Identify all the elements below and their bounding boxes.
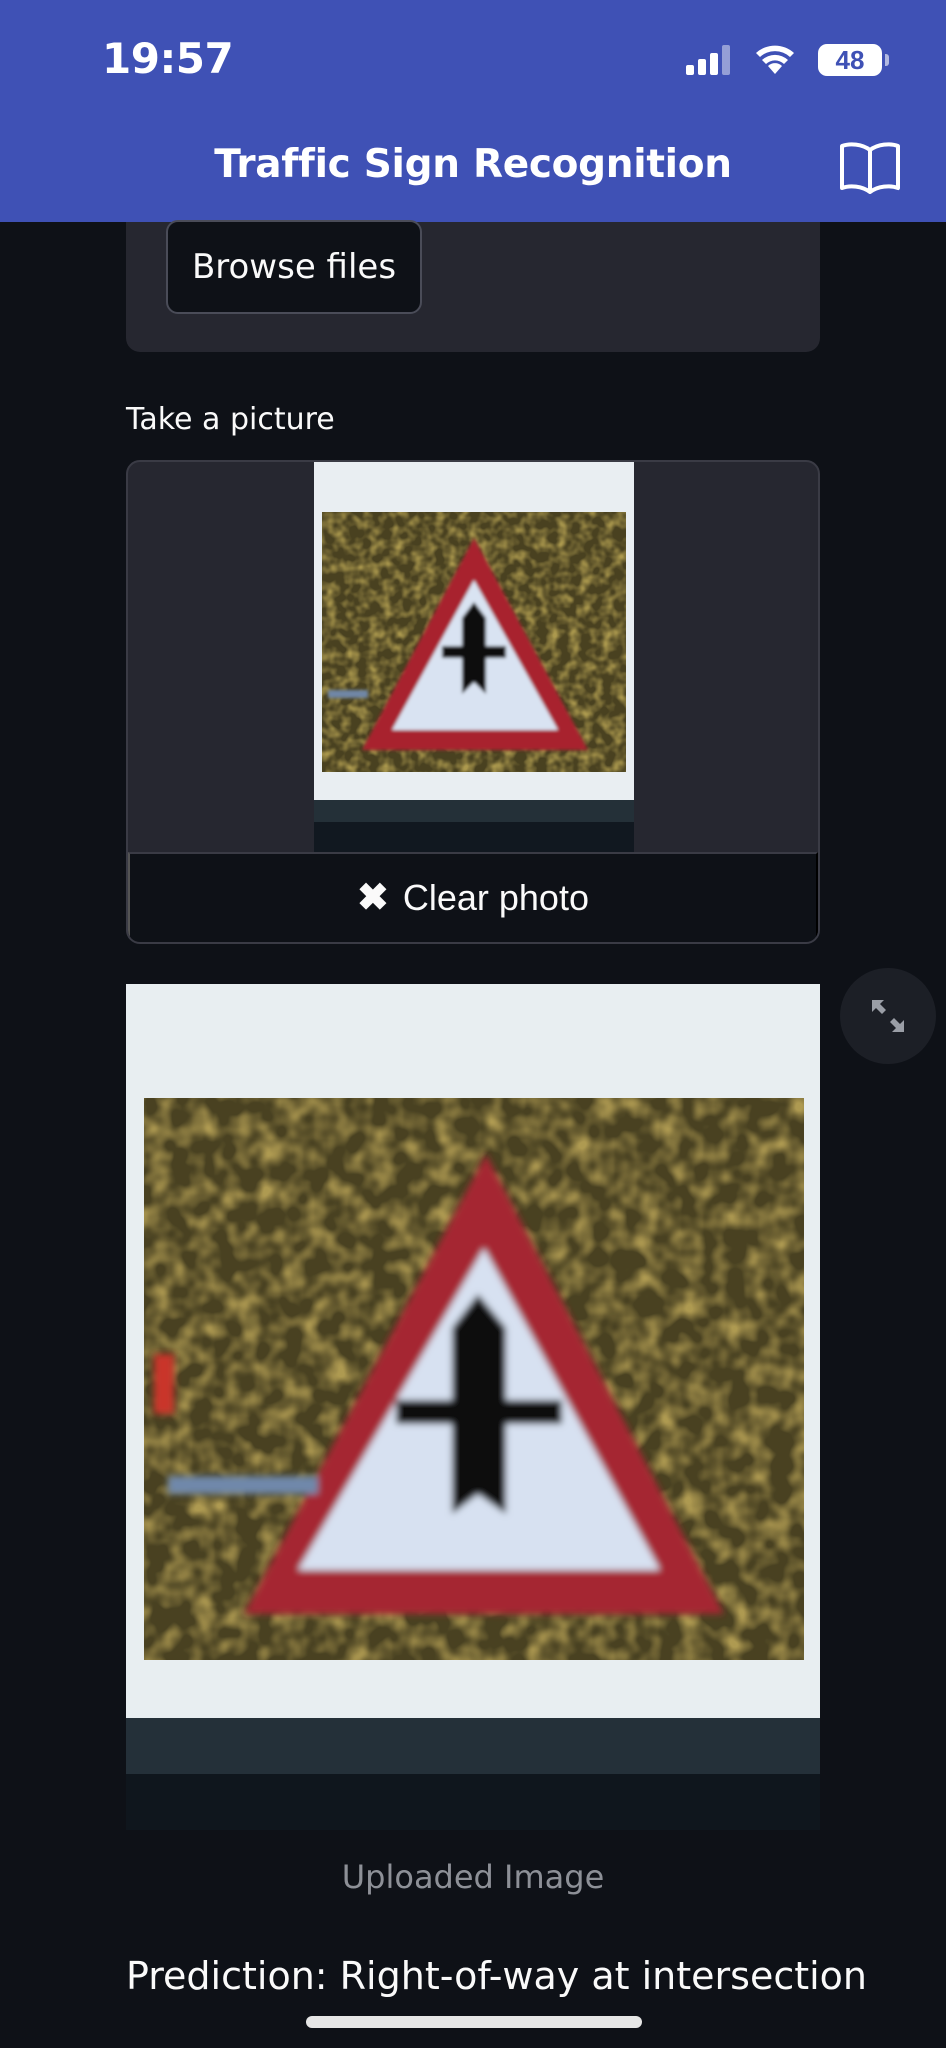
close-icon: ✖ [357,877,389,919]
app-header: 19:57 48 Traffic Sign Recognition [0,0,946,222]
camera-label: Take a picture [126,402,335,437]
battery-level: 48 [835,44,865,75]
wifi-icon [756,45,794,74]
signal-icon [686,45,730,75]
battery-icon: 48 [818,44,889,76]
prediction-text: Prediction: Right-of-way at intersection [126,1954,867,1998]
book-icon[interactable] [838,138,902,194]
status-time: 19:57 [102,34,234,83]
browse-files-button[interactable]: Browse files [166,220,422,314]
home-indicator[interactable] [306,2016,642,2028]
image-caption: Uploaded Image [341,1858,605,1896]
expand-icon [872,1000,904,1032]
camera-input: ✖ Clear photo [126,460,820,944]
status-icons: 48 [686,44,889,76]
fullscreen-button[interactable] [840,968,936,1064]
clear-photo-label: Clear photo [402,877,589,918]
file-uploader: Browse files [126,220,820,352]
uploaded-image [126,984,820,1830]
page-title: Traffic Sign Recognition [214,142,732,187]
camera-preview-image [314,462,634,852]
clear-photo-button[interactable]: ✖ Clear photo [128,852,818,942]
